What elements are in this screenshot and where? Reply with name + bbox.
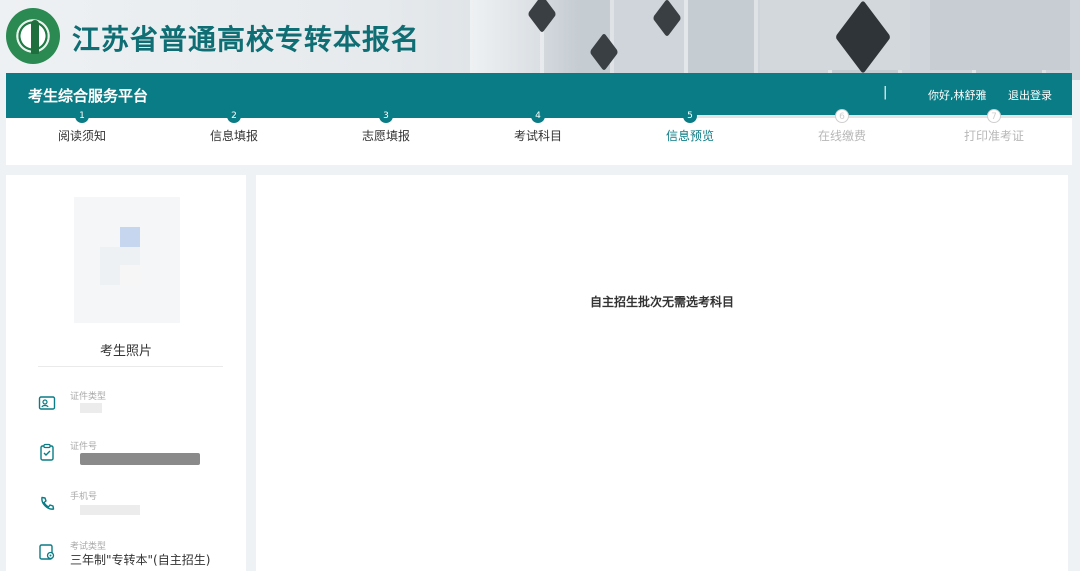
step-label: 打印准考证 (963, 129, 1024, 143)
step-read-notice[interactable]: 1 阅读须知 (22, 109, 142, 144)
photo-label: 考生照片 (99, 344, 152, 359)
platform-title: 考生综合服务平台 (28, 87, 149, 105)
step-label: 考试科目 (513, 129, 562, 143)
redacted-value (80, 403, 102, 413)
banner-building (930, 0, 1070, 70)
step-number: 5 (683, 109, 697, 123)
step-number: 2 (227, 109, 241, 123)
step-number: 3 (379, 109, 393, 123)
exam-type-icon (38, 543, 56, 561)
step-label: 志愿填报 (361, 129, 410, 143)
step-label: 信息填报 (209, 129, 258, 143)
redacted-value (80, 505, 140, 515)
site-banner: 江苏省普通高校专转本报名 (0, 0, 1080, 80)
photo-blur (120, 227, 140, 247)
photo-blur (120, 265, 142, 285)
info-exam-type: 考试类型 三年制"专转本"(自主招生) (6, 537, 246, 571)
step-info-preview[interactable]: 5 信息预览 (630, 109, 750, 144)
info-id-number: 证件号 (6, 437, 246, 487)
step-number: 4 (531, 109, 545, 123)
step-print-admission-ticket: 7 打印准考证 (934, 109, 1054, 144)
info-label: 证件类型 (70, 392, 107, 402)
id-card-icon (38, 395, 56, 413)
step-info-entry[interactable]: 2 信息填报 (174, 109, 294, 144)
no-subjects-message: 自主招生批次无需选考科目 (589, 295, 734, 309)
logo-torch (31, 20, 39, 54)
step-number: 6 (835, 109, 849, 123)
info-phone: 手机号 (6, 487, 246, 537)
info-label: 证件号 (70, 442, 98, 452)
site-logo-icon (6, 8, 60, 64)
info-id-type: 证件类型 (6, 387, 246, 437)
step-label: 在线缴费 (817, 129, 866, 143)
main-content-panel: 自主招生批次无需选考科目 (256, 175, 1068, 571)
info-value: 三年制"专转本"(自主招生) (70, 553, 211, 567)
site-title: 江苏省普通高校专转本报名 (72, 23, 421, 56)
clipboard-check-icon (38, 443, 56, 461)
nav-separator: | (883, 85, 888, 100)
step-exam-subjects[interactable]: 4 考试科目 (478, 109, 598, 144)
logout-link[interactable]: 退出登录 (1008, 87, 1052, 103)
redacted-value (80, 453, 200, 465)
divider (38, 366, 223, 367)
candidate-profile-card: 考生照片 证件类型 证件号 手机号 考试类型 三年制"专转本"(自主招生) (6, 175, 246, 571)
candidate-photo (74, 197, 180, 323)
step-label: 信息预览 (665, 129, 714, 143)
step-preference-entry[interactable]: 3 志愿填报 (326, 109, 446, 144)
user-greeting: 你好,林舒雅 (928, 89, 987, 102)
phone-icon (38, 495, 56, 513)
step-number: 1 (75, 109, 89, 123)
info-label: 手机号 (70, 492, 98, 502)
step-label: 阅读须知 (57, 129, 106, 143)
step-online-payment: 6 在线缴费 (782, 109, 902, 144)
progress-steps: 1 阅读须知 2 信息填报 3 志愿填报 4 考试科目 5 信息预览 6 在线缴… (6, 109, 1072, 165)
step-number: 7 (987, 109, 1001, 123)
